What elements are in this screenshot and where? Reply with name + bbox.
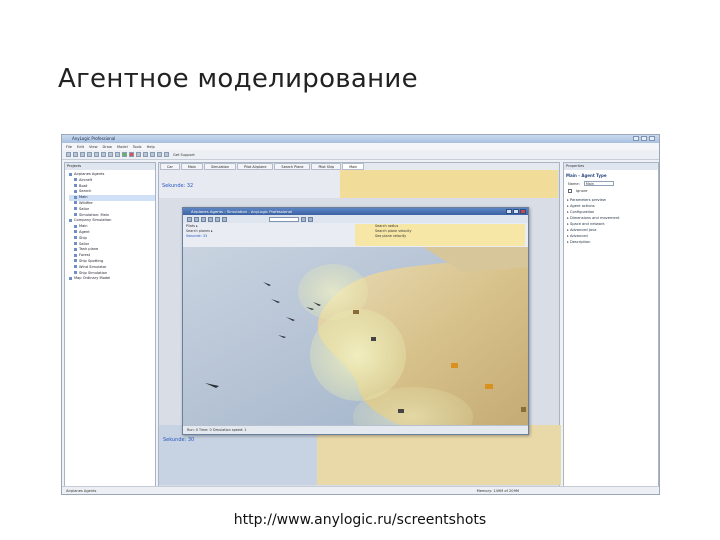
simulation-title: Airplanes Agents : Simulation - AnyLogic… [191,209,293,214]
step-icon[interactable] [208,216,213,222]
right-parameters: Search radius Search plane velocity Sea … [355,224,525,246]
window-title: AnyLogic Professional [72,136,116,141]
name-field[interactable]: Main [583,181,614,186]
main-toolbar: Get Support [62,150,659,160]
simulation-window-controls [506,209,526,214]
tab-pilot-airplane[interactable]: Pilot Airplane [237,163,274,170]
properties-section[interactable]: Description [567,239,658,245]
ignore-label: Ignore [576,189,588,193]
properties-title: Main - Agent Type [566,173,607,178]
menu-help[interactable]: Help [147,145,155,149]
run-icon[interactable] [122,152,127,157]
simulation-parameters: Pilots ▸ Search planes ▸ Sekunde: 33 Sea… [183,223,528,247]
status-bar: Airplanes Agents Memory: 149M of 209M [62,486,659,494]
tab-main-active[interactable]: Main [342,163,365,170]
search-area-circle [310,309,406,401]
new-icon[interactable] [66,152,71,157]
zoom-out-icon[interactable] [308,216,313,222]
window-controls [633,136,655,141]
status-left: Airplanes Agents [66,489,97,493]
left-parameters: Pilots ▸ Search planes ▸ Sekunde: 33 [186,224,213,239]
paste-icon[interactable] [101,152,106,157]
save-icon[interactable] [80,152,85,157]
maximize-icon[interactable] [641,136,647,141]
tab-simulation[interactable]: Simulation [203,163,237,170]
stop-icon[interactable] [129,152,134,157]
faster-icon[interactable] [222,216,227,222]
simulation-toolbar [183,215,528,223]
get-support-button[interactable]: Get Support [173,153,195,157]
simulation-titlebar: Airplanes Agents : Simulation - AnyLogic… [183,208,528,215]
ship-icon [398,409,404,413]
projects-panel: Projects Airplanes Agents Aircraft Boat … [64,162,156,487]
slower-icon[interactable] [215,216,220,222]
properties-panel-header: Properties [564,163,658,170]
slide-title: Агентное моделирование [58,64,418,94]
minimize-icon[interactable] [633,136,639,141]
layers-icon[interactable] [157,152,162,157]
menu-bar: File Edit View Draw Model Tools Help [62,143,659,150]
tab-main[interactable]: Main [180,163,203,170]
properties-sections: Parameters preview Agent actions Configu… [564,197,658,245]
menu-file[interactable]: File [66,145,72,149]
tab-car[interactable]: Car [160,163,180,170]
close-icon[interactable] [649,136,655,141]
menu-draw[interactable]: Draw [103,145,112,149]
tab-pilot-ship[interactable]: Pilot Ship [311,163,342,170]
ship-icon [353,310,359,314]
open-icon[interactable] [73,152,78,157]
ship-icon [371,337,376,341]
projects-panel-header: Projects [65,163,155,170]
ship-icon [451,363,458,368]
ship-icon [521,407,526,412]
build-icon[interactable] [136,152,141,157]
app-screenshot: AnyLogic Professional File Edit View Dra… [61,134,660,495]
menu-model[interactable]: Model [117,145,128,149]
ignore-checkbox[interactable] [568,189,572,193]
grid-icon[interactable] [150,152,155,157]
close-icon[interactable] [520,209,526,214]
properties-panel: Properties Main - Agent Type Name: Main … [563,162,659,487]
project-tree: Airplanes Agents Aircraft Boat Search Ma… [65,170,155,282]
zoom-icon[interactable] [143,152,148,157]
play-icon[interactable] [187,216,192,222]
support-icon[interactable] [164,152,169,157]
maximize-icon[interactable] [513,209,519,214]
navigation-dropdown[interactable] [269,216,299,222]
ship-icon [485,384,493,389]
background-lower-time-readout: Sekunde: 30 [163,437,195,443]
tree-item[interactable]: Map Ordinary Model [69,276,155,282]
background-time-readout: Sekunde: 32 [162,183,194,189]
cut-icon[interactable] [87,152,92,157]
simulation-time-readout: Sekunde: 33 [186,234,208,238]
stop-icon[interactable] [201,216,206,222]
menu-view[interactable]: View [89,145,98,149]
zoom-in-icon[interactable] [301,216,306,222]
undo-icon[interactable] [108,152,113,157]
minimize-icon[interactable] [506,209,512,214]
background-yellow-panel [340,170,558,198]
memory-status: Memory: 149M of 209M [476,489,519,493]
editor-tabs: Car Main Simulation Pilot Airplane Searc… [159,163,559,170]
redo-icon[interactable] [115,152,120,157]
pause-icon[interactable] [194,216,199,222]
parameter-sea-plane-velocity[interactable]: Sea plane velocity [355,234,525,239]
simulation-3d-view[interactable] [183,247,529,427]
menu-tools[interactable]: Tools [133,145,142,149]
simulation-window: Airplanes Agents : Simulation - AnyLogic… [182,207,529,435]
simulation-status-bar: Run: 0 Time: 0 Simulation speed: 1 [183,425,528,434]
tab-search-plane[interactable]: Search Plane [274,163,311,170]
window-titlebar: AnyLogic Professional [62,135,659,143]
ignore-row: Ignore [568,189,654,193]
source-url: http://www.anylogic.ru/screentshots [233,512,487,528]
name-row: Name: Main [568,181,654,186]
menu-edit[interactable]: Edit [77,145,84,149]
copy-icon[interactable] [94,152,99,157]
name-label: Name: [568,181,580,186]
